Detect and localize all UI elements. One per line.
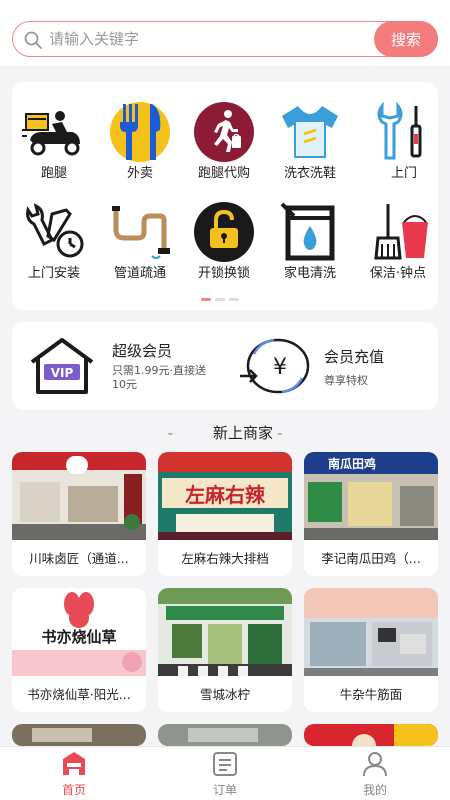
service-home-visit[interactable]: 上门 xyxy=(362,90,438,190)
merchant-name: 李记南瓜田鸡（... xyxy=(321,551,421,566)
broom-bucket-icon xyxy=(374,204,428,260)
merchant-photo xyxy=(158,724,292,746)
wrench-install-icon xyxy=(26,203,84,258)
merchant-card[interactable]: 雪城冰柠 xyxy=(158,588,292,712)
tab-label: 我的 xyxy=(362,783,387,797)
merchant-sign: 书亦烧仙草 xyxy=(41,628,116,646)
vip-subtitle: 只需1.99元·直接送10元 xyxy=(112,364,206,391)
service-cleaning[interactable]: 保洁·钟点 xyxy=(356,190,438,290)
service-locksmith[interactable]: 开锁换锁 xyxy=(182,190,266,290)
service-shopping[interactable]: 跑腿代购 xyxy=(182,90,266,190)
service-label: 洗衣洗鞋 xyxy=(283,166,336,181)
service-label: 保洁·钟点 xyxy=(369,266,427,281)
search-input[interactable] xyxy=(49,28,369,50)
service-label: 上门 xyxy=(390,166,417,181)
recharge-title[interactable]: 会员充值 xyxy=(324,346,384,367)
merchant-photo: 南瓜田鸡 xyxy=(304,452,438,540)
merchant-card[interactable]: 南瓜田鸡 李记南瓜田鸡（... xyxy=(304,452,438,576)
vip-house-icon[interactable]: VIP xyxy=(28,336,96,396)
merchant-card[interactable] xyxy=(12,724,146,746)
fork-knife-icon xyxy=(110,102,170,162)
merchant-name: 左麻右辣大排档 xyxy=(181,551,269,566)
service-install[interactable]: 上门安装 xyxy=(12,190,96,290)
vip-title[interactable]: 超级会员 xyxy=(112,340,172,361)
merchant-name: 雪城冰柠 xyxy=(199,687,250,702)
tab-profile[interactable]: 我的 xyxy=(335,747,415,800)
merchant-card[interactable]: 左麻右辣 左麻右辣大排档 xyxy=(158,452,292,576)
service-takeout[interactable]: 外卖 xyxy=(98,90,182,190)
service-label: 开锁换锁 xyxy=(197,266,250,281)
merchant-sign: 左麻右辣 xyxy=(185,483,266,507)
merchant-photo: 左麻右辣 xyxy=(158,452,292,540)
member-card: VIP 超级会员 只需1.99元·直接送10元 ¥ 会员充值 尊享特权 xyxy=(12,322,438,410)
service-label: 家电清洗 xyxy=(283,266,336,281)
tools-icon xyxy=(377,101,422,160)
merchant-photo xyxy=(12,452,146,540)
merchant-photo xyxy=(12,724,146,746)
service-grid: 跑腿 外卖 跑腿代购 洗衣洗鞋 上门 上门安装 管道疏通 开锁换锁 家电清洗 保… xyxy=(12,82,438,310)
merchant-card[interactable] xyxy=(158,724,292,746)
service-label: 跑腿代购 xyxy=(197,166,250,181)
running-shopper-icon xyxy=(194,102,254,162)
merchant-photo xyxy=(304,588,438,676)
section-title: - 新上商家 - xyxy=(0,422,450,443)
service-label: 跑腿 xyxy=(40,166,67,181)
merchant-name: 川味卤匠（通道... xyxy=(29,551,129,566)
pipe-icon xyxy=(112,206,170,259)
merchant-card[interactable]: 牛杂牛筋面 xyxy=(304,588,438,712)
search-icon xyxy=(24,31,42,49)
vip-badge-text: VIP xyxy=(51,366,74,380)
service-laundry[interactable]: 洗衣洗鞋 xyxy=(268,90,352,190)
service-label: 外卖 xyxy=(126,166,153,181)
search-bar: 搜索 xyxy=(12,21,438,57)
tab-orders[interactable]: 订单 xyxy=(185,747,265,800)
appliance-wash-icon xyxy=(280,202,335,261)
search-button[interactable]: 搜索 xyxy=(374,21,438,57)
service-label: 管道疏通 xyxy=(113,266,166,281)
merchant-name: 书亦烧仙草·阳光... xyxy=(27,687,131,702)
merchant-photo: 书亦烧仙草 xyxy=(12,588,146,676)
tab-label: 订单 xyxy=(212,783,237,797)
home-icon xyxy=(63,752,85,775)
yuan-symbol: ¥ xyxy=(273,355,287,380)
service-label: 上门安装 xyxy=(27,266,80,281)
user-icon xyxy=(363,752,387,777)
orders-icon xyxy=(213,752,237,776)
recharge-coin-icon[interactable]: ¥ xyxy=(234,334,312,396)
service-errand[interactable]: 跑腿 xyxy=(12,90,96,190)
service-appliance-clean[interactable]: 家电清洗 xyxy=(268,190,352,290)
tab-label: 首页 xyxy=(61,783,86,797)
section-dash-left: - xyxy=(167,424,173,442)
merchant-card[interactable] xyxy=(304,724,438,746)
recharge-subtitle: 尊享特权 xyxy=(324,374,368,387)
search-header: 搜索 xyxy=(0,0,450,66)
merchant-sign: 南瓜田鸡 xyxy=(328,456,376,471)
merchant-photo xyxy=(304,724,438,746)
merchant-name: 牛杂牛筋面 xyxy=(339,687,403,702)
bottom-tab-bar: 首页 订单 我的 xyxy=(0,746,450,800)
section-dash-right: - xyxy=(277,424,283,442)
merchant-card[interactable]: 书亦烧仙草 书亦烧仙草·阳光... xyxy=(12,588,146,712)
page-indicator xyxy=(201,298,251,302)
tab-home[interactable]: 首页 xyxy=(34,747,114,800)
tshirt-icon xyxy=(282,106,338,158)
section-title-text: 新上商家 xyxy=(212,424,273,442)
service-pipe[interactable]: 管道疏通 xyxy=(98,190,182,290)
merchant-photo xyxy=(158,588,292,676)
scooter-courier-icon xyxy=(22,111,80,156)
padlock-icon xyxy=(194,202,254,262)
merchant-card[interactable]: 川味卤匠（通道... xyxy=(12,452,146,576)
